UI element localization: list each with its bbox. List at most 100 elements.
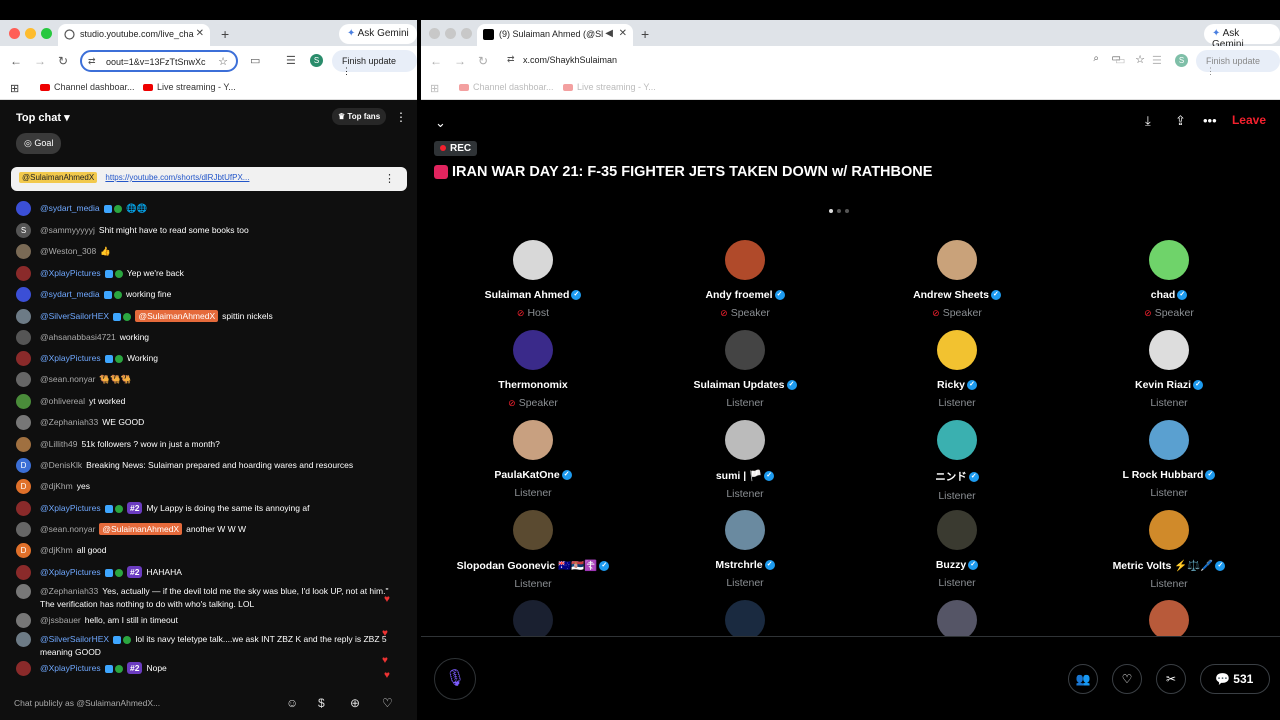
share-icon[interactable]: ⇪ [1175, 113, 1186, 129]
chat-message[interactable]: @jssbauer hello, am I still in timeout [16, 613, 178, 628]
chat-username[interactable]: @djKhm [40, 481, 73, 491]
chat-message[interactable]: @XplayPictures Working [16, 351, 158, 366]
chat-username[interactable]: @XplayPictures [40, 567, 101, 577]
chat-message[interactable]: @SilverSailorHEX lol its navy teletype t… [16, 632, 387, 657]
participant[interactable]: Buzzy ✓ Listener [857, 510, 1057, 589]
bookmark-star-icon[interactable]: ☆ [218, 55, 228, 68]
microphone-button[interactable]: 🎙 [434, 658, 476, 700]
new-tab-button[interactable]: + [641, 26, 649, 42]
chat-username[interactable]: @Lillith49 [40, 439, 77, 449]
bookmark-live-streaming[interactable]: Live streaming - Y... [143, 82, 236, 92]
avatar[interactable] [16, 613, 31, 628]
participant-partial[interactable] [433, 600, 633, 640]
chat-message[interactable]: @Lillith49 51k followers ? wow in just a … [16, 437, 220, 452]
chat-input[interactable]: Chat publicly as @SulaimanAhmedX... [14, 698, 160, 708]
add-icon[interactable]: ⊕ [350, 696, 360, 710]
avatar[interactable] [16, 351, 31, 366]
clip-icon[interactable]: ✂ [1156, 664, 1186, 694]
speaker-icon[interactable]: ◀ [605, 28, 613, 39]
pinned-message[interactable]: @SulaimanAhmedX https://youtube.com/shor… [11, 167, 407, 191]
close-tab-icon[interactable]: ✕ [619, 28, 627, 39]
cast-icon[interactable]: ▭ [250, 54, 260, 67]
address-bar[interactable]: ⇄ x.com/ShaykhSulaiman ⌕ ▭ ☆ [499, 50, 1189, 72]
reading-list-icon[interactable]: ☰ [286, 54, 296, 67]
chat-username[interactable]: @Zephaniah33 [40, 586, 98, 596]
avatar[interactable] [16, 522, 31, 537]
participant-partial[interactable] [1069, 600, 1269, 640]
participant-avatar[interactable] [937, 420, 977, 460]
chat-username[interactable]: @Weston_308 [40, 246, 96, 256]
address-bar[interactable]: ⇄ oout=1&v=13FzTtSnwXc ☆ [80, 50, 238, 72]
participant-avatar[interactable] [513, 510, 553, 550]
chat-message[interactable]: S @sammyyyyyj Shit might have to read some… [16, 223, 249, 238]
avatar[interactable] [16, 437, 31, 452]
avatar[interactable] [16, 372, 31, 387]
back-arrow-icon[interactable]: ← [430, 54, 442, 68]
minimize-window-button[interactable] [25, 28, 36, 39]
chat-username[interactable]: @djKhm [40, 545, 73, 555]
apps-grid-icon[interactable]: ⊞ [10, 82, 19, 95]
participant-partial[interactable] [857, 600, 1057, 640]
pinned-menu-icon[interactable]: ⋮ [384, 172, 395, 185]
top-fans-button[interactable]: ♛ Top fans [332, 108, 387, 125]
participant-avatar[interactable] [937, 510, 977, 550]
avatar[interactable]: D [16, 543, 31, 558]
chat-message[interactable]: @XplayPictures #2 My Lappy is doing the s… [16, 501, 309, 516]
bookmark-star-icon[interactable]: ☆ [1135, 53, 1145, 66]
top-chat-dropdown[interactable]: Top chat ▾ [16, 111, 70, 124]
chat-message[interactable]: @ohlivereal yt worked [16, 394, 125, 409]
avatar[interactable] [16, 201, 31, 216]
more-options-icon[interactable]: ••• [1203, 113, 1217, 128]
finish-update-button[interactable]: Finish update ⋮ [1196, 50, 1280, 76]
minimize-space-icon[interactable]: ⤓ [1145, 113, 1151, 129]
mention-tag[interactable]: @SulaimanAhmedX [99, 522, 183, 535]
back-arrow-icon[interactable]: ← [10, 54, 22, 68]
chat-username[interactable]: @sammyyyyyj [40, 225, 95, 235]
chat-message[interactable]: @SilverSailorHEX @SulaimanAhmedX spittin … [16, 309, 273, 324]
cast-icon[interactable]: ▭ [1115, 54, 1125, 67]
profile-avatar[interactable]: S [310, 54, 323, 67]
chat-username[interactable]: @XplayPictures [40, 353, 101, 363]
participant-avatar[interactable] [1149, 330, 1189, 370]
chat-username[interactable]: @DenisKlk [40, 460, 82, 470]
ask-gemini-button[interactable]: ✦ Ask Gemini [1204, 24, 1280, 50]
participant-partial[interactable] [645, 600, 845, 640]
avatar[interactable] [16, 330, 31, 345]
chat-message[interactable]: @sean.nonyar 🐫🐫🐫 [16, 372, 131, 387]
participant-avatar[interactable] [725, 420, 765, 460]
participant-avatar[interactable] [513, 240, 553, 280]
avatar[interactable]: D [16, 479, 31, 494]
goal-button[interactable]: ◎ Goal [16, 133, 62, 154]
participant-avatar[interactable] [937, 330, 977, 370]
chat-username[interactable]: @jssbauer [40, 615, 81, 625]
site-settings-icon[interactable]: ⇄ [507, 54, 515, 65]
chat-username[interactable]: @XplayPictures [40, 503, 101, 513]
chat-message[interactable]: @Zephaniah33 WE GOOD [16, 415, 144, 430]
participant-avatar[interactable] [1149, 510, 1189, 550]
avatar[interactable] [16, 266, 31, 281]
chat-message[interactable]: @ahsanabbasi4721 working [16, 330, 149, 345]
participant[interactable]: ニンド ✓ Listener [857, 420, 1057, 502]
chat-username[interactable]: @Zephaniah33 [40, 417, 98, 427]
participant-avatar[interactable] [513, 330, 553, 370]
reading-list-icon[interactable]: ☰ [1152, 54, 1162, 67]
close-window-button[interactable] [429, 28, 440, 39]
replies-button[interactable]: 💬 531 [1200, 664, 1270, 694]
forward-arrow-icon[interactable]: → [34, 54, 46, 68]
avatar[interactable] [16, 565, 31, 580]
participant-avatar[interactable] [937, 600, 977, 640]
tab-youtube-studio[interactable]: studio.youtube.com/live_cha ✕ [58, 24, 210, 46]
leave-button[interactable]: Leave [1232, 113, 1266, 127]
tab-x-profile[interactable]: (9) Sulaiman Ahmed (@Sl ◀ ✕ [477, 24, 633, 46]
chat-menu-icon[interactable]: ⋮ [395, 110, 407, 124]
avatar[interactable] [16, 415, 31, 430]
zoom-icon[interactable]: ⌕ [1093, 53, 1099, 64]
close-window-button[interactable] [9, 28, 20, 39]
minimize-window-button[interactable] [445, 28, 456, 39]
chat-username[interactable]: @XplayPictures [40, 268, 101, 278]
profile-avatar[interactable]: S [1175, 54, 1188, 67]
participant-avatar[interactable] [1149, 240, 1189, 280]
maximize-window-button[interactable] [461, 28, 472, 39]
heart-icon[interactable]: ♡ [382, 696, 393, 710]
participant[interactable]: Andy froemel ✓ ⊘ Speaker [645, 240, 845, 319]
